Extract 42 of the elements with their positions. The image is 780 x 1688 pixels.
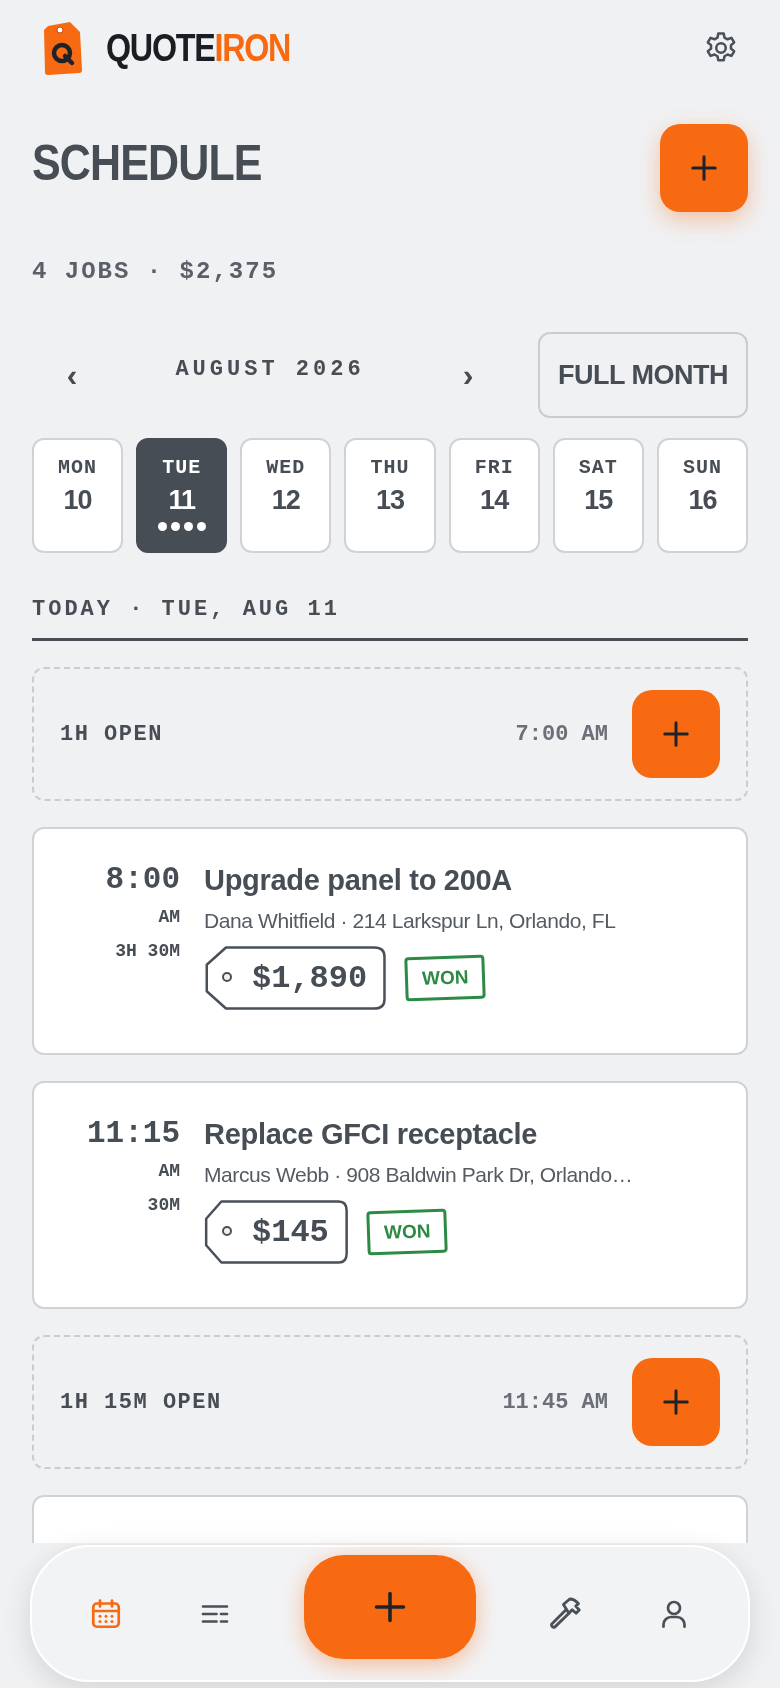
open-slot-label: 1H OPEN xyxy=(60,721,164,747)
job-title: Replace GFCI receptacle xyxy=(204,1117,539,1151)
job-customer-address: Marcus Webb · 908 Baldwin Park Dr, Orlando… xyxy=(204,1163,634,1187)
add-job-button[interactable] xyxy=(632,690,720,778)
day-tab[interactable]: MON 10 xyxy=(32,438,124,553)
day-tab[interactable]: WED 12 xyxy=(240,438,332,553)
job-duration: 30M xyxy=(146,1195,180,1215)
job-card[interactable]: 8:00 AM 3H 30M Upgrade panel to 200A Dana Whitfield · 214 Larkspur Ln, Orlando, FL $1,890 WON xyxy=(32,827,748,1055)
open-slot-label: 1H 15M OPEN xyxy=(60,1389,223,1415)
day-tab[interactable]: TUE 11 xyxy=(136,438,228,553)
page-title: SCHEDULE xyxy=(32,138,262,188)
next-month-button[interactable]: › xyxy=(428,356,508,394)
job-duration: 3H 30M xyxy=(114,941,180,961)
add-button[interactable] xyxy=(304,1554,476,1659)
status-stamp: WON xyxy=(404,954,487,1002)
jobs-summary: 4 JOBS · $2,375 xyxy=(32,258,280,285)
day-tab[interactable]: SUN 16 xyxy=(656,438,748,553)
open-slot-time: 7:00 AM xyxy=(515,721,608,747)
open-slot-time: 11:45 AM xyxy=(502,1389,608,1415)
plus-icon xyxy=(661,719,691,749)
price-tag: $145 xyxy=(204,1199,349,1265)
job-time: 11:15 xyxy=(86,1117,180,1151)
day-tab[interactable]: THU 13 xyxy=(344,438,436,553)
month-label: AUGUST 2026 xyxy=(174,356,366,382)
day-tab[interactable]: SAT 15 xyxy=(552,438,644,553)
job-title: Upgrade panel to 200A xyxy=(204,863,513,897)
add-button[interactable] xyxy=(660,124,748,212)
brand-name: QUOTEIRON xyxy=(106,26,291,70)
add-job-button[interactable] xyxy=(632,1358,720,1446)
job-meridiem: AM xyxy=(157,907,180,927)
day-tab[interactable]: FRI 14 xyxy=(448,438,540,553)
previous-month-button[interactable]: ‹ xyxy=(32,356,112,394)
status-stamp: WON xyxy=(366,1208,448,1256)
price-tag: $1,890 xyxy=(204,945,388,1011)
plus-icon xyxy=(689,153,719,183)
job-card[interactable]: 11:15 AM 30M Replace GFCI receptacle Marcus Webb · 908 Baldwin Park Dr, Orlando… $145 WON xyxy=(32,1081,748,1309)
job-time: 8:00 xyxy=(104,863,180,897)
full-month-button[interactable]: FULL MONTH xyxy=(538,332,748,418)
day-heading: TODAY · TUE, AUG 11 xyxy=(32,597,748,641)
plus-icon xyxy=(661,1387,691,1417)
job-customer-address: Dana Whitfield · 214 Larkspur Ln, Orlando, FL xyxy=(204,909,617,933)
job-meridiem: AM xyxy=(157,1161,180,1181)
